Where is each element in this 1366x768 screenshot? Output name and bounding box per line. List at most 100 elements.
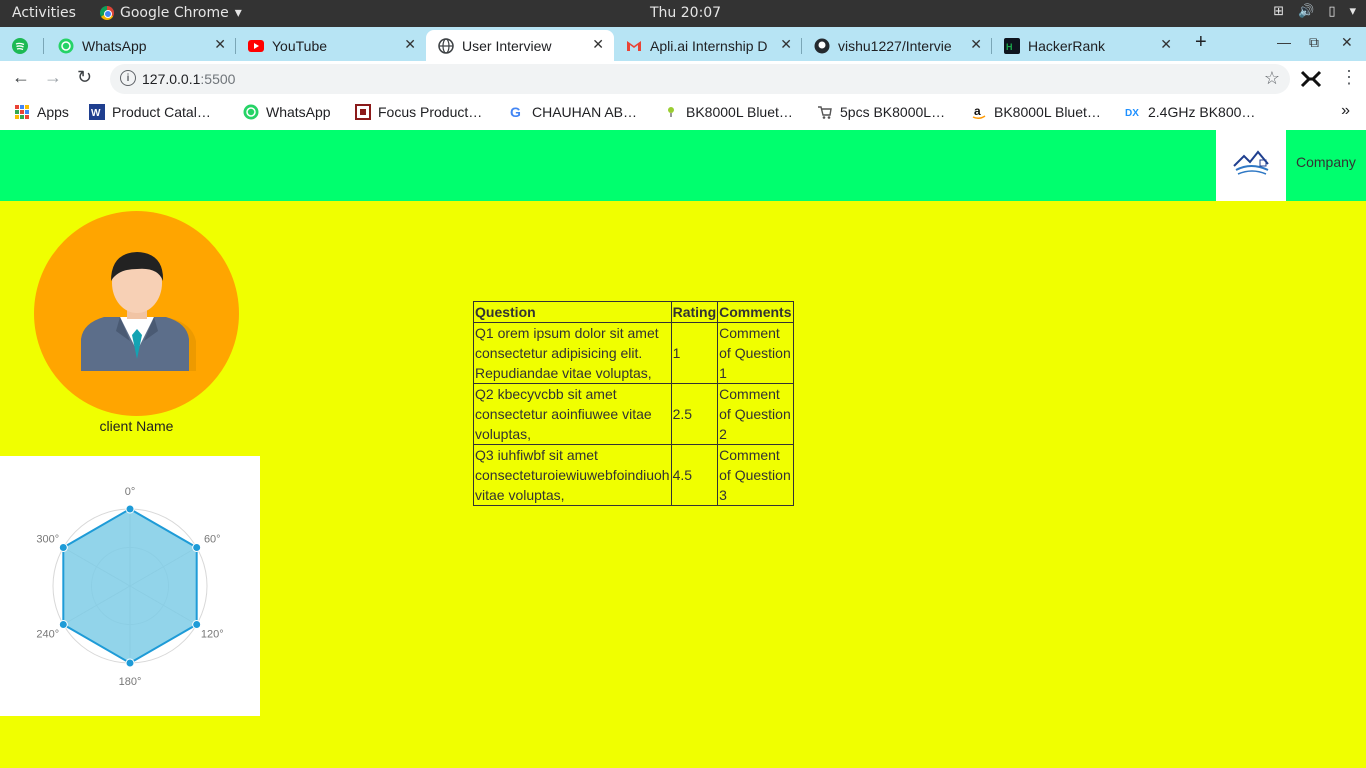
tab-spotify[interactable]: [0, 30, 44, 61]
table-header-row: Question Rating Comments: [473, 301, 794, 323]
comment-cell: Comment of Question 2: [717, 383, 794, 445]
company-link[interactable]: Company: [1296, 154, 1356, 170]
svg-text:DX: DX: [1125, 108, 1139, 119]
table-row: Q3 iuhfiwbf sit amet consecteturoiewiuwe…: [473, 444, 794, 506]
bookmark-label: BK8000L Bluet…: [686, 104, 793, 120]
tab-github[interactable]: vishu1227/Intervie ✕: [802, 30, 992, 61]
table-row: Q1 orem ipsum dolor sit amet consectetur…: [473, 322, 794, 384]
tab-label: YouTube: [272, 37, 328, 54]
bookmark-label: Product Catal…: [112, 104, 211, 120]
bookmark-5pcs[interactable]: 5pcs BK8000L…: [817, 104, 945, 120]
question-cell: Q1 orem ipsum dolor sit amet consectetur…: [473, 322, 672, 384]
tab-apli[interactable]: Apli.ai Internship D ✕: [614, 30, 802, 61]
bookmark-label: Apps: [37, 104, 69, 120]
bookmark-apps[interactable]: Apps: [14, 104, 69, 120]
clock[interactable]: Thu 20:07: [650, 5, 721, 21]
tab-whatsapp[interactable]: WhatsApp ✕: [46, 30, 236, 61]
tab-label: WhatsApp: [82, 37, 147, 54]
page-header: Company: [0, 130, 1366, 201]
header-question: Question: [473, 301, 672, 323]
close-tab-icon[interactable]: ✕: [1160, 36, 1172, 53]
bookmark-star-icon[interactable]: ☆: [1264, 68, 1280, 89]
radar-axis-label: 60°: [204, 534, 221, 546]
youtube-icon: [248, 38, 264, 54]
radar-data-point: [125, 504, 135, 514]
svg-text:H: H: [1006, 42, 1013, 52]
bookmark-chauhan[interactable]: G CHAUHAN AB…: [509, 104, 637, 120]
extension-icon[interactable]: [1300, 69, 1322, 89]
close-tab-icon[interactable]: ✕: [780, 36, 792, 53]
bookmark-label: WhatsApp: [266, 104, 331, 120]
radar-axis-label: 180°: [119, 676, 142, 688]
url-text: 127.0.0.1:5500: [142, 71, 236, 87]
close-tab-icon[interactable]: ✕: [214, 36, 226, 53]
tab-strip: WhatsApp ✕ YouTube ✕ User Interview ✕ Ap…: [0, 27, 1366, 61]
bookmark-focus-product[interactable]: Focus Product…: [355, 104, 482, 120]
forward-arrow-icon[interactable]: →: [44, 67, 62, 88]
info-icon[interactable]: i: [120, 70, 136, 86]
bookmark-bk8000l-2[interactable]: a BK8000L Bluet…: [971, 104, 1101, 120]
radar-data-point: [192, 543, 202, 552]
github-icon: [814, 38, 830, 54]
tab-label: HackerRank: [1028, 37, 1106, 54]
system-top-bar: Activities Google Chrome ▾ Thu 20:07 ⊞ 🔊…: [0, 0, 1366, 27]
bookmark-2-4ghz[interactable]: DX 2.4GHz BK800…: [1125, 104, 1255, 120]
network-icon: ⊞: [1273, 4, 1285, 19]
browser-toolbar: ← → ↻ i 127.0.0.1:5500 ☆ ⋮: [0, 61, 1366, 97]
header-rating: Rating: [670, 301, 719, 323]
restore-icon[interactable]: ⧉: [1309, 34, 1319, 51]
tab-youtube[interactable]: YouTube ✕: [236, 30, 426, 61]
comment-cell: Comment of Question 1: [717, 322, 794, 384]
svg-text:G: G: [510, 104, 521, 120]
new-tab-button[interactable]: +: [1195, 31, 1207, 54]
interview-table: Question Rating Comments Q1 orem ipsum d…: [473, 301, 794, 506]
activities-button[interactable]: Activities: [12, 5, 76, 21]
gmail-icon: [626, 38, 642, 54]
close-tab-icon[interactable]: ✕: [970, 36, 982, 53]
radar-data-point: [58, 543, 68, 552]
radar-data-point: [192, 620, 202, 629]
amazon-icon: a: [971, 104, 987, 120]
system-tray[interactable]: ⊞ 🔊 ▯ ▾: [1273, 4, 1356, 19]
tray-caret-icon: ▾: [1349, 4, 1356, 19]
radar-axis-label: 300°: [36, 534, 59, 546]
reload-icon[interactable]: ↻: [77, 67, 92, 88]
question-cell: Q2 kbecyvcbb sit amet consectetur aoinfi…: [473, 383, 672, 445]
whatsapp-icon: [243, 104, 259, 120]
whatsapp-icon: [58, 38, 74, 54]
battery-icon: ▯: [1328, 4, 1336, 19]
bookmark-whatsapp[interactable]: WhatsApp: [243, 104, 331, 120]
w-icon: W: [89, 104, 105, 120]
menu-kebab-icon[interactable]: ⋮: [1340, 67, 1358, 88]
question-cell: Q3 iuhfiwbf sit amet consecteturoiewiuwe…: [473, 444, 672, 506]
close-tab-icon[interactable]: ✕: [592, 36, 604, 53]
bookmarks-bar: Apps W Product Catal… WhatsApp Focus Pro…: [0, 97, 1366, 130]
radar-data-point: [58, 620, 68, 629]
radar-data-point: [125, 658, 135, 668]
tab-hackerrank[interactable]: H HackerRank ✕: [992, 30, 1182, 61]
company-logo[interactable]: [1216, 130, 1286, 201]
more-bookmarks-icon[interactable]: »: [1341, 102, 1350, 120]
tab-label: User Interview: [462, 37, 552, 54]
close-tab-icon[interactable]: ✕: [404, 36, 416, 53]
chrome-icon: [100, 6, 114, 20]
radar-axis-label: 0°: [125, 486, 136, 498]
app-menu-label: Google Chrome: [120, 5, 229, 21]
bookmark-label: 5pcs BK8000L…: [840, 104, 946, 120]
address-bar[interactable]: i 127.0.0.1:5500 ☆: [110, 64, 1290, 94]
client-name: client Name: [99, 418, 174, 434]
tab-user-interview[interactable]: User Interview ✕: [426, 30, 614, 61]
bookmark-product-catalog[interactable]: W Product Catal…: [89, 104, 211, 120]
app-menu[interactable]: Google Chrome ▾: [100, 5, 242, 21]
minimize-icon[interactable]: —: [1277, 34, 1291, 50]
bookmark-bk8000l-1[interactable]: BK8000L Bluet…: [663, 104, 793, 120]
close-window-icon[interactable]: ✕: [1341, 34, 1353, 51]
header-comments: Comments: [717, 301, 794, 323]
rating-cell: 4.5: [670, 444, 719, 506]
rating-cell: 2.5: [670, 383, 719, 445]
hackerrank-icon: H: [1004, 37, 1020, 54]
bookmark-label: Focus Product…: [378, 104, 483, 120]
rating-cell: 1: [670, 322, 719, 384]
bookmark-label: BK8000L Bluet…: [994, 104, 1101, 120]
back-arrow-icon[interactable]: ←: [12, 67, 30, 88]
